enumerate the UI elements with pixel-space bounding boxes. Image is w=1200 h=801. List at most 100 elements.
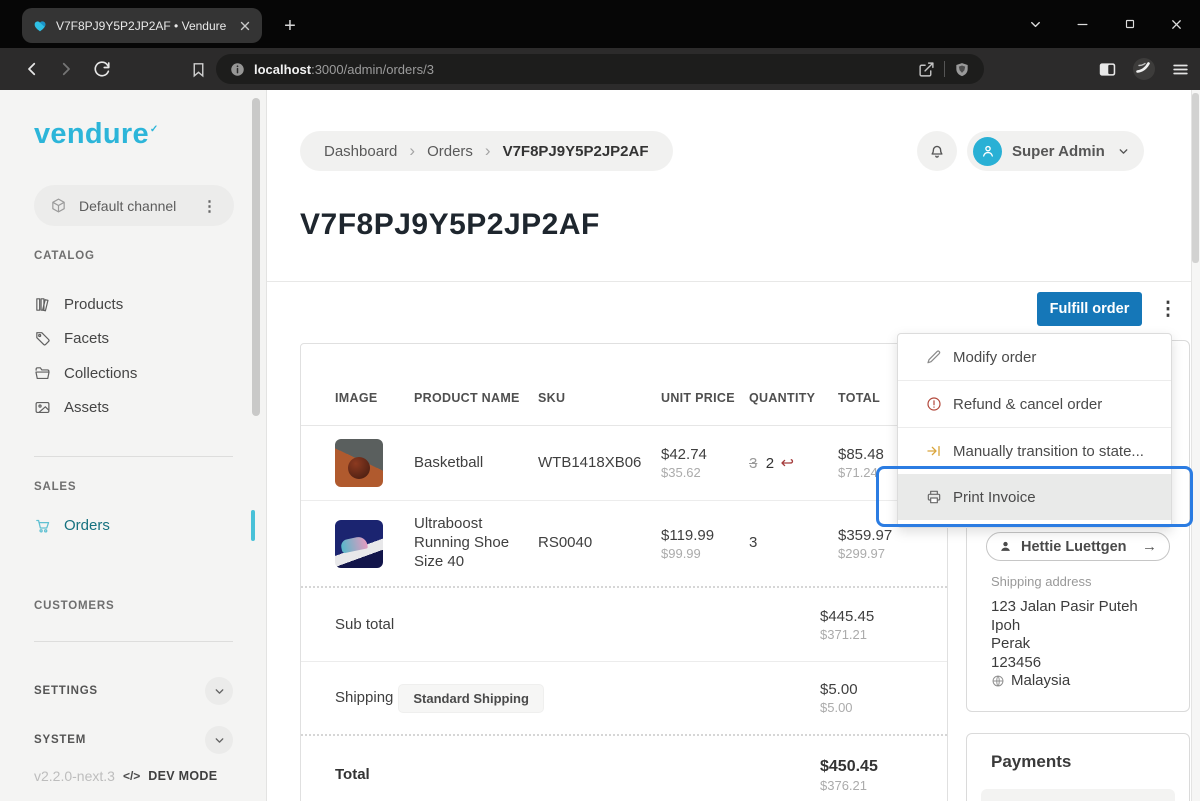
version-label: v2.2.0-next.3: [34, 768, 115, 784]
breadcrumb-dashboard[interactable]: Dashboard: [324, 143, 397, 160]
unit-price-net: $99.99: [661, 546, 749, 561]
unit-price: $42.74: [661, 446, 749, 463]
side-panel-icon[interactable]: [1098, 61, 1117, 78]
customer-link[interactable]: Hettie Luettgen →: [986, 532, 1170, 561]
sidebar-item-label: Collections: [64, 365, 137, 382]
back-icon[interactable]: [20, 57, 44, 81]
product-image[interactable]: [335, 439, 383, 487]
channel-selector[interactable]: Default channel ⋮: [34, 185, 234, 226]
site-info-icon[interactable]: [230, 62, 245, 77]
browser-menu-icon[interactable]: [1171, 60, 1190, 79]
line-total-net: $299.97: [838, 546, 931, 561]
total-label: Total: [335, 763, 395, 786]
table-row: Basketball WTB1418XB06 $42.74 $35.62 3 2…: [301, 426, 947, 501]
page-scrollbar-thumb[interactable]: [1192, 93, 1199, 263]
window-maximize-icon[interactable]: [1106, 0, 1153, 48]
url-bar[interactable]: localhost:3000/admin/orders/3: [216, 54, 984, 84]
user-menu[interactable]: Super Admin: [967, 131, 1144, 171]
sidebar-item-facets[interactable]: Facets: [34, 321, 109, 355]
section-label-catalog: CATALOG: [34, 250, 95, 262]
breadcrumb-separator-icon: ›: [409, 141, 415, 161]
menu-item-label: Print Invoice: [953, 489, 1036, 506]
orders-cart-icon: [34, 517, 51, 534]
sidebar-group-label: SETTINGS: [34, 685, 98, 697]
cube-icon: [50, 197, 67, 214]
new-tab-button[interactable]: +: [276, 12, 304, 40]
channel-menu-icon[interactable]: ⋮: [202, 197, 218, 215]
chevron-down-icon: [1117, 145, 1130, 158]
browser-toolbar: localhost:3000/admin/orders/3: [0, 48, 1200, 90]
tab-close-icon[interactable]: [238, 19, 252, 33]
unit-price-net: $35.62: [661, 465, 749, 480]
sidebar-group-system[interactable]: SYSTEM: [34, 723, 233, 757]
vendure-logo[interactable]: vendure✓: [34, 118, 159, 151]
assets-icon: [34, 399, 51, 416]
order-total-net: $376.21: [820, 778, 931, 793]
sidebar-scrollbar[interactable]: [252, 98, 260, 416]
order-lines-card: IMAGE PRODUCT NAME SKU UNIT PRICE QUANTI…: [300, 343, 948, 801]
column-header-product-name: PRODUCT NAME: [414, 391, 538, 405]
share-icon[interactable]: [918, 61, 935, 78]
order-total-value: $450.45: [820, 758, 931, 776]
quantity-cell: 3 2 ↩: [749, 453, 838, 473]
more-actions-button[interactable]: ⋮: [1151, 292, 1185, 326]
menu-item-refund-cancel[interactable]: Refund & cancel order: [898, 381, 1171, 427]
shipping-address: 123 Jalan Pasir Puteh Ipoh Perak 123456 …: [991, 598, 1138, 691]
facets-icon: [34, 330, 51, 347]
window-minimize-icon[interactable]: [1059, 0, 1106, 48]
bell-icon: [928, 142, 946, 160]
sidebar-item-collections[interactable]: Collections: [34, 356, 137, 390]
active-nav-indicator: [251, 510, 255, 541]
tab-search-chevron-icon[interactable]: [1012, 0, 1059, 48]
vendure-logo-text: vendure: [34, 118, 149, 150]
bookmark-icon[interactable]: [186, 57, 210, 81]
sidebar-item-orders[interactable]: Orders: [34, 508, 110, 542]
shipping-net: $5.00: [820, 700, 931, 715]
browser-tab[interactable]: V7F8PJ9Y5P2JP2AF • Vendure: [22, 8, 262, 43]
quantity-original: 3: [749, 455, 757, 472]
warning-circle-icon: [926, 396, 942, 412]
sidebar-item-products[interactable]: Products: [34, 287, 123, 321]
unit-price: $119.99: [661, 527, 749, 544]
total-cell: $359.97 $299.97: [838, 527, 931, 561]
menu-item-manually-transition[interactable]: Manually transition to state...: [898, 428, 1171, 474]
subtotal-value: $445.45: [820, 608, 931, 625]
admin-app: vendure✓ Default channel ⋮ CATALOG Produ…: [0, 90, 1200, 801]
menu-item-print-invoice[interactable]: Print Invoice: [898, 474, 1171, 520]
shipping-value: $5.00: [820, 681, 931, 698]
window-controls: [1012, 0, 1200, 48]
window-close-icon[interactable]: [1153, 0, 1200, 48]
sidebar-divider: [34, 641, 233, 642]
brave-shield-icon[interactable]: [954, 61, 970, 78]
breadcrumb-orders[interactable]: Orders: [427, 143, 473, 160]
shipping-address-label: Shipping address: [991, 574, 1091, 589]
subtotal-label: Sub total: [335, 613, 395, 636]
address-line: Ipoh: [991, 617, 1138, 636]
country-row: Malaysia: [991, 672, 1138, 691]
sidebar-item-assets[interactable]: Assets: [34, 390, 109, 424]
subtotal-net: $371.21: [820, 627, 931, 642]
chevron-down-icon[interactable]: [205, 726, 233, 754]
section-label-sales: SALES: [34, 481, 76, 493]
reload-icon[interactable]: [90, 57, 114, 81]
vendure-favicon-icon: [32, 18, 48, 34]
sidebar-group-settings[interactable]: SETTINGS: [34, 674, 233, 708]
screenshot-root: V7F8PJ9Y5P2JP2AF • Vendure +: [0, 0, 1200, 801]
avatar: [973, 137, 1002, 166]
page-title: V7F8PJ9Y5P2JP2AF: [300, 208, 600, 242]
page-scrollbar[interactable]: [1191, 90, 1200, 801]
payments-card: Payments: [966, 733, 1190, 801]
unit-price-cell: $119.99 $99.99: [661, 527, 749, 561]
shipping-method-chip: Standard Shipping: [399, 685, 543, 712]
breadcrumb: Dashboard › Orders › V7F8PJ9Y5P2JP2AF: [300, 131, 673, 171]
sidebar-divider: [34, 456, 233, 457]
notifications-button[interactable]: [917, 131, 957, 171]
payment-item: [981, 789, 1175, 801]
product-image[interactable]: [335, 520, 383, 568]
fulfill-order-button[interactable]: Fulfill order: [1037, 292, 1142, 326]
forward-icon[interactable]: [54, 57, 78, 81]
brave-leo-icon[interactable]: [1131, 56, 1157, 82]
chevron-down-icon[interactable]: [205, 677, 233, 705]
menu-item-modify-order[interactable]: Modify order: [898, 334, 1171, 380]
user-name: Super Admin: [1012, 143, 1105, 160]
